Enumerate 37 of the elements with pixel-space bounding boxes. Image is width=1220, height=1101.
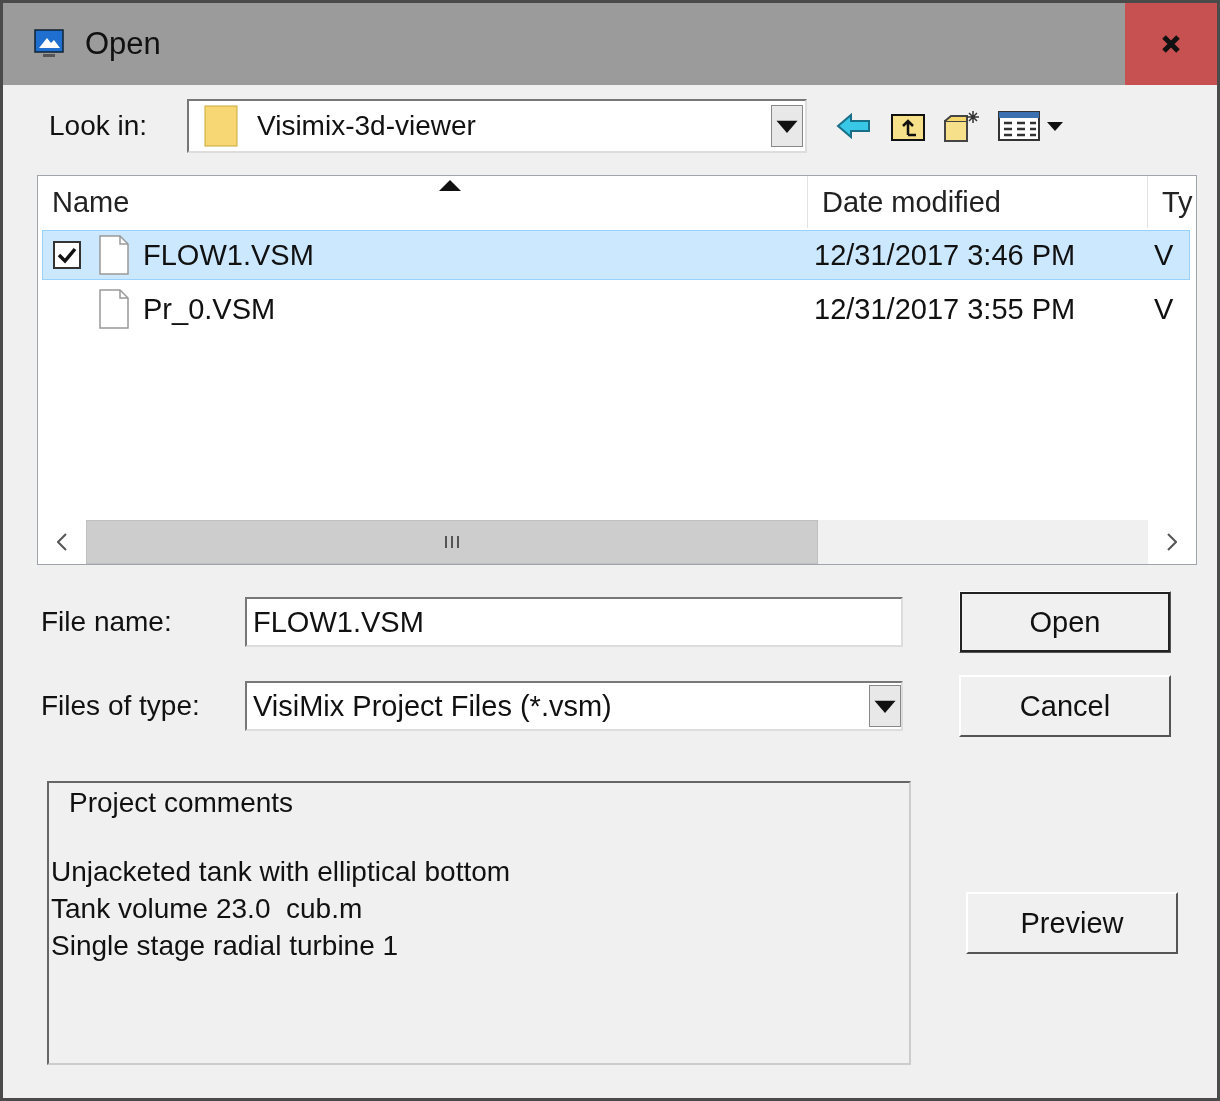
file-type-dropdown[interactable]: VisiMix Project Files (*.vsm) [245, 681, 903, 731]
file-type: V [1153, 292, 1175, 326]
dialog-button[interactable]: Cancel [959, 675, 1171, 737]
file-name: Pr_0.VSM [143, 292, 276, 326]
file-type-label: Files of type: [40, 690, 201, 722]
file-name-field[interactable]: FLOW1.VSM [245, 597, 903, 647]
scrollbar-thumb[interactable] [86, 520, 818, 564]
chevron-right-icon [1167, 533, 1177, 551]
column-header[interactable]: Ty [1148, 176, 1196, 228]
checkbox[interactable] [53, 241, 81, 269]
comments-title: Project comments [68, 787, 295, 819]
preview-button[interactable]: Preview [966, 892, 1178, 954]
dropdown-button[interactable] [869, 685, 901, 727]
comment-line: Unjacketed tank with elliptical bottom [51, 855, 512, 889]
folder-icon [203, 104, 239, 148]
file-name-label: File name: [40, 606, 173, 638]
column-header[interactable]: Name [38, 176, 808, 228]
file-row[interactable]: FLOW1.VSM 12/31/2017 3:46 PM V [42, 230, 1190, 280]
look-in-dropdown[interactable]: Visimix-3d-viewer [187, 99, 807, 153]
file-icon [99, 289, 129, 329]
app-icon [33, 28, 65, 60]
window-title: Open [85, 26, 161, 62]
file-name: FLOW1.VSM [143, 238, 314, 272]
date-modified: 12/31/2017 3:55 PM [813, 292, 1077, 326]
dialog-button[interactable]: Open [959, 591, 1171, 653]
date-modified: 12/31/2017 3:46 PM [813, 238, 1077, 272]
comment-line: Single stage radial turbine 1 [51, 929, 400, 963]
new-folder-icon[interactable] [943, 109, 981, 143]
dropdown-button[interactable] [771, 105, 803, 147]
close-button[interactable] [1125, 3, 1217, 85]
file-icon [99, 235, 129, 275]
file-type: V [1153, 238, 1175, 272]
look-in-label: Look in: [48, 110, 149, 142]
column-header[interactable]: Date modified [808, 176, 1148, 228]
chevron-left-icon [57, 533, 67, 551]
comment-line: Tank volume 23.0 cub.m [51, 892, 364, 926]
file-row[interactable]: Pr_0.VSM 12/31/2017 3:55 PM V [42, 284, 1190, 334]
